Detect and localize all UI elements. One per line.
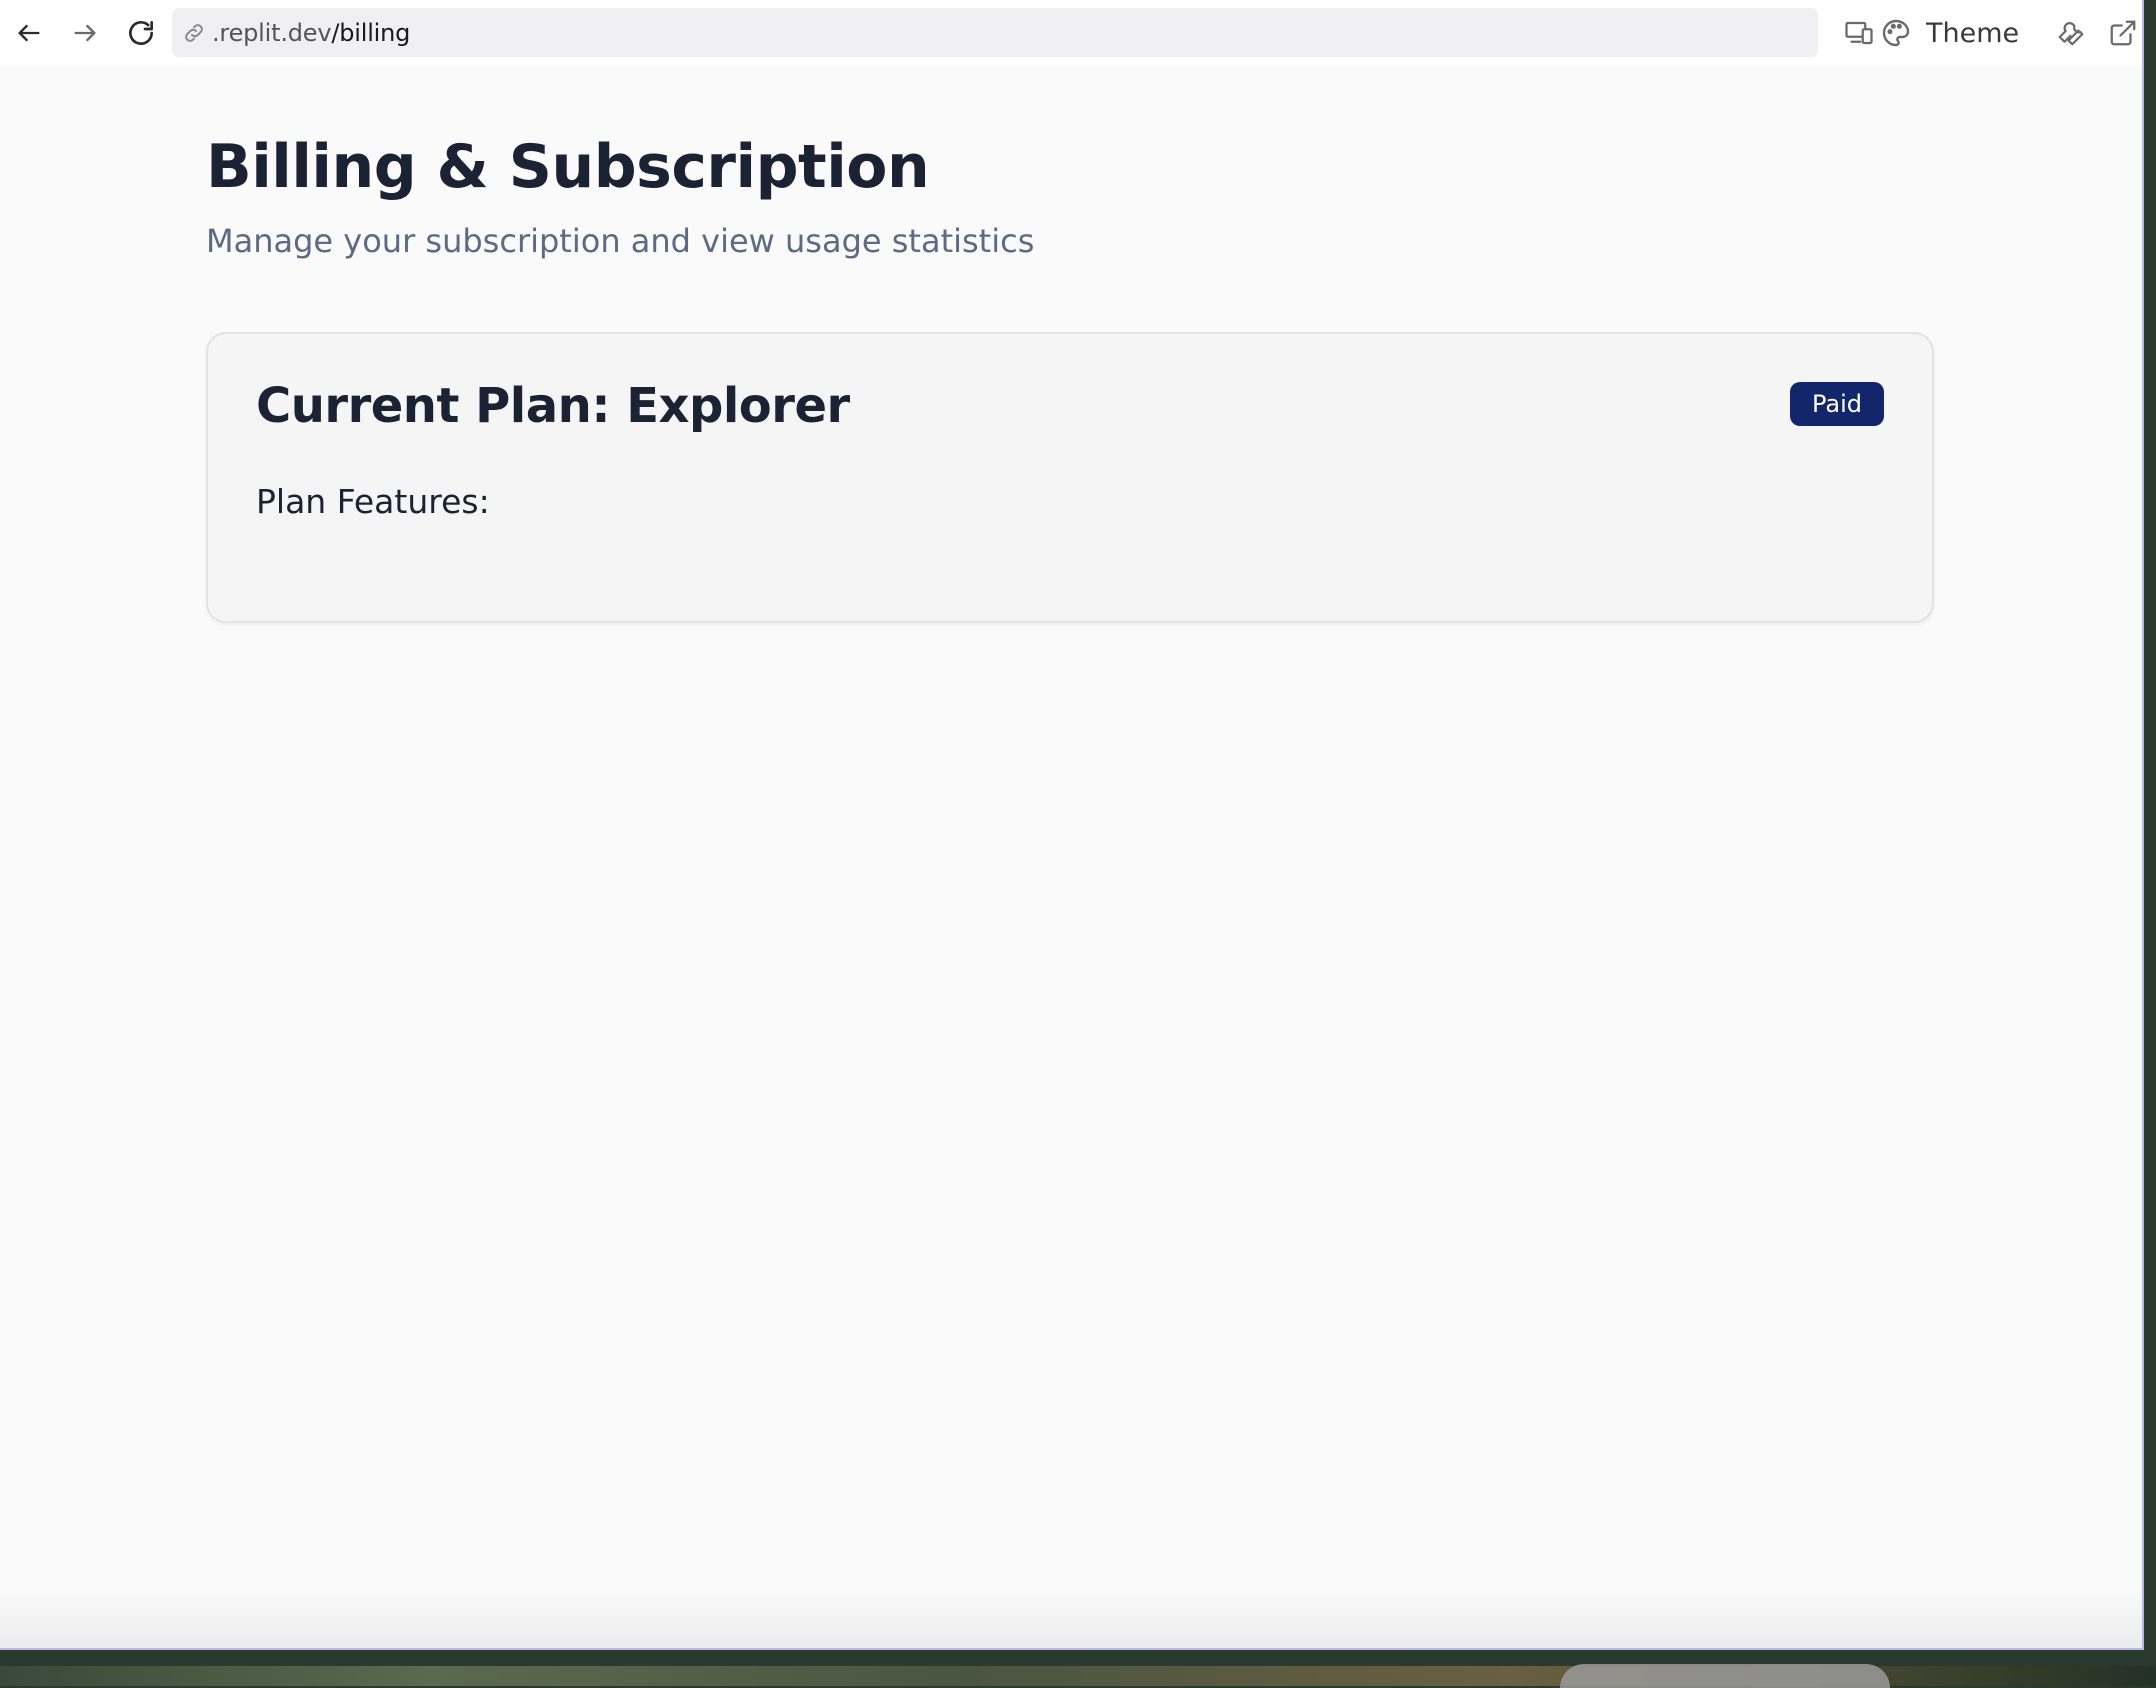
plan-title: Current Plan: Explorer (256, 378, 850, 434)
url-path: /billing (331, 18, 411, 47)
external-link-icon (2110, 20, 2136, 46)
url-host: .replit.dev (212, 18, 332, 47)
back-button[interactable] (8, 12, 50, 54)
wrench-icon (2058, 22, 2084, 46)
palette-icon (1882, 19, 1910, 47)
reload-button[interactable] (120, 12, 162, 54)
devices-icon (1845, 21, 1873, 45)
plan-status-badge: Paid (1789, 382, 1884, 426)
link-icon (182, 20, 208, 46)
devices-button[interactable] (1838, 12, 1880, 54)
reload-icon (129, 21, 153, 45)
page-subtitle: Manage your subscription and view usage … (206, 222, 1035, 260)
browser-toolbar: .replit.dev/billing Theme (0, 0, 2142, 66)
back-arrow-icon (18, 24, 40, 42)
plan-features-label: Plan Features: (256, 482, 490, 521)
bottom-fade (0, 1588, 2142, 1648)
forward-arrow-icon (74, 24, 96, 42)
devtools-button[interactable] (2050, 12, 2092, 54)
dock-fragment (1560, 1664, 1890, 1688)
open-new-tab-button[interactable] (2102, 12, 2142, 54)
theme-label: Theme (1926, 17, 2020, 49)
url-text: .replit.dev/billing (212, 19, 410, 47)
page-title: Billing & Subscription (206, 132, 930, 202)
theme-button[interactable]: Theme (1880, 10, 2019, 56)
forward-button[interactable] (64, 12, 106, 54)
url-bar[interactable]: .replit.dev/billing (172, 8, 1818, 57)
browser-window: .replit.dev/billing Theme Billing & Subs… (0, 0, 2144, 1650)
current-plan-card: Current Plan: Explorer Paid Plan Feature… (206, 332, 1934, 623)
